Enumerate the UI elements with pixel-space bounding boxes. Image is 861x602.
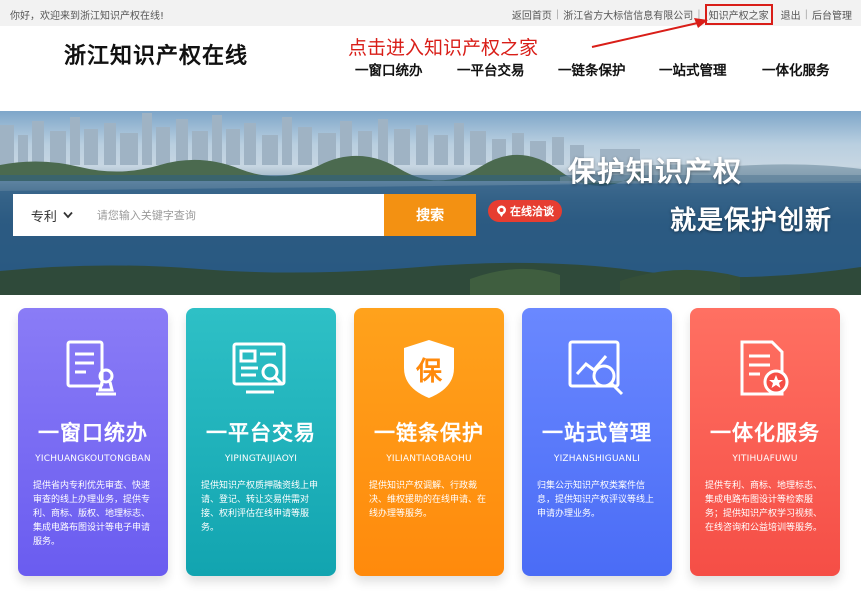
card-title: 一体化服务	[710, 421, 820, 445]
chevron-down-icon	[63, 211, 73, 219]
nav-item-trade[interactable]: 一平台交易	[457, 59, 525, 79]
divider: |	[555, 9, 560, 20]
logout-link[interactable]: 退出	[781, 7, 801, 22]
search-bar: 专利 搜索	[13, 194, 476, 236]
top-bar: 你好，欢迎来到浙江知识产权在线! 返回首页 | 浙江省方大标信信息有限公司 | …	[0, 0, 861, 26]
card-pinyin: YITIHUAFUWU	[732, 454, 798, 464]
search-chart-icon	[522, 336, 672, 406]
online-chat-label: 在线洽谈	[510, 205, 554, 218]
online-chat-button[interactable]: 在线洽谈	[488, 200, 562, 222]
card-pinyin: YILIANTIAOBAOHU	[386, 454, 472, 464]
admin-link[interactable]: 后台管理	[812, 7, 852, 22]
shield-protect-icon: 保	[354, 336, 504, 406]
card-description: 提供知识产权质押融资线上申请、登记、转让交易供需对接、权利评估在线申请等服务。	[201, 481, 319, 533]
card-protect[interactable]: 保一链条保护 YILIANTIAOBAOHU 提供知识产权调解、行政裁决、维权援助的…	[354, 308, 504, 576]
card-window[interactable]: 一窗口统办 YICHUANGKOUTONGBAN 提供省内专利优先审查、快速审查的线…	[18, 308, 168, 576]
annotation-text: 点击进入知识产权之家	[348, 37, 539, 59]
card-description: 提供知识产权调解、行政裁决、维权援助的在线申请、在线办理等服务。	[369, 481, 487, 519]
slogan-line2: 就是保护创新	[670, 206, 833, 236]
search-button[interactable]: 搜索	[384, 194, 476, 236]
slogan-line1: 保护知识产权	[568, 155, 743, 188]
nav-item-service[interactable]: 一体化服务	[762, 59, 830, 79]
document-star-icon	[690, 336, 840, 406]
document-stamp-icon	[18, 336, 168, 406]
card-trade[interactable]: 一平台交易 YIPINGTAIJIAOYI 提供知识产权质押融资线上申请、登记、转让…	[186, 308, 336, 576]
search-input[interactable]	[90, 194, 385, 236]
card-description: 提供专利、商标、地理标志、集成电路布图设计等检索服务；提供知识产权学习视频、在线…	[705, 481, 823, 533]
nav-item-window[interactable]: 一窗口统办	[355, 59, 423, 79]
card-description: 归集公示知识产权类案件信息，提供知识产权评议等线上申请办理业务。	[537, 481, 655, 519]
svg-text:保: 保	[415, 357, 443, 387]
main-nav: 一窗口统办 一平台交易 一链条保护 一站式管理 一体化服务	[0, 59, 861, 79]
card-pinyin: YICHUANGKOUTONGBAN	[35, 454, 151, 464]
card-pinyin: YIZHANSHIGUANLI	[553, 454, 641, 464]
card-title: 一平台交易	[206, 421, 316, 445]
ip-home-link[interactable]: 知识产权之家	[704, 4, 773, 25]
nav-item-manage[interactable]: 一站式管理	[659, 59, 727, 79]
welcome-text: 你好，欢迎来到浙江知识产权在线!	[10, 11, 165, 22]
card-manage[interactable]: 一站式管理 YIZHANSHIGUANLI 归集公示知识产权类案件信息，提供知识产权…	[522, 308, 672, 576]
home-link[interactable]: 返回首页	[512, 7, 552, 22]
search-type-label: 专利	[30, 209, 57, 225]
card-description: 提供省内专利优先审查、快速审查的线上办理业务，提供专利、商标、版权、地理标志、集…	[33, 481, 151, 547]
card-title: 一站式管理	[542, 421, 652, 445]
search-type-select[interactable]: 专利	[13, 194, 91, 236]
card-pinyin: YIPINGTAIJIAOYI	[224, 454, 298, 464]
card-service[interactable]: 一体化服务 YITIHUAFUWU 提供专利、商标、地理标志、集成电路布图设计等检索…	[690, 308, 840, 576]
nav-item-protect[interactable]: 一链条保护	[558, 59, 626, 79]
card-title: 一窗口统办	[38, 421, 148, 445]
divider: |	[804, 9, 808, 20]
annotation-arrow-icon	[591, 18, 708, 48]
trade-document-icon	[186, 336, 336, 406]
card-title: 一链条保护	[374, 421, 484, 445]
location-pin-icon	[497, 205, 506, 217]
